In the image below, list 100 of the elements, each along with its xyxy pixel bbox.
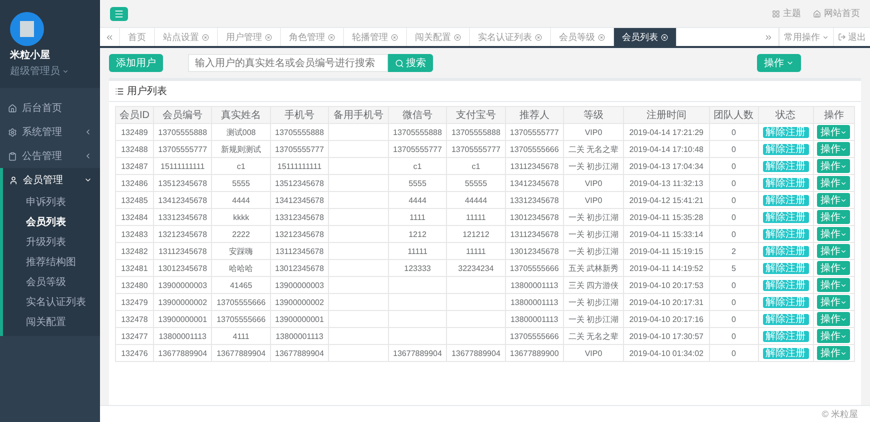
column-header: 等级 [564,106,624,124]
status-label: 解除注册 [762,246,809,257]
caret-icon [840,196,848,204]
top-link[interactable]: 主题 [772,7,801,20]
table-cell: 132487 [116,158,154,174]
action-button[interactable]: 操作 [817,159,850,173]
table-cell: 13112345678 [270,242,329,260]
table-cell: 13800001113 [505,310,564,328]
table-cell: VIP0 [564,174,624,192]
column-header: 操作 [813,106,854,124]
table-cell: 13112345678 [505,226,564,242]
table-cell: 2019-04-10 20:17:16 [623,310,710,328]
action-button[interactable]: 操作 [817,193,850,207]
home-icon [8,104,17,112]
action-button[interactable]: 操作 [817,176,850,190]
nav-subitem[interactable]: 升级列表 [3,232,100,252]
table-cell: 132478 [116,310,154,328]
top-link[interactable]: 网站首页 [813,7,860,20]
table-cell: 11111 [446,242,506,260]
column-header: 微信号 [388,106,447,124]
table-cell: 13705555666 [505,260,564,276]
action-button[interactable]: 操作 [817,278,850,292]
action-button[interactable]: 操作 [817,210,850,224]
table-cell: 44444 [446,192,506,208]
table-cell: 2019-04-10 17:30:57 [623,328,710,344]
nav-item[interactable]: 公告管理 [0,144,100,168]
table-cell: 三关 四方游侠 [564,276,624,294]
status-label: 解除注册 [762,127,809,138]
caret-icon [840,146,848,152]
actions-button[interactable]: 操作 [757,54,801,72]
chevron-icon [84,128,92,136]
nav-subitem[interactable]: 申诉列表 [3,192,100,212]
action-button[interactable]: 操作 [817,125,850,139]
table-cell: 13112345678 [505,158,564,174]
table-cell: 13900000002 [270,294,329,310]
nav-subitem[interactable]: 闯关配置 [3,312,100,332]
action-button[interactable]: 操作 [817,244,850,258]
table-cell: 13800001113 [505,276,564,294]
table-cell: 2019-04-13 11:32:13 [623,174,710,192]
nav-item[interactable]: 系统管理 [0,120,100,144]
table-cell: 13900000002 [153,294,212,310]
caret-icon [840,282,848,288]
copyright: © 米粒屋 [822,408,858,420]
table-cell: 13705555777 [388,140,447,158]
caret-icon [840,162,848,170]
nav-subitem[interactable]: 会员列表 [3,212,100,232]
table-cell: 13677889904 [388,344,447,362]
grid-icon [772,10,780,18]
table-cell: 11111 [446,208,506,226]
table-cell: 55555 [446,174,506,192]
nav-item[interactable]: 后台首页 [0,96,100,120]
status-label: 解除注册 [762,280,809,291]
table-cell: 13677889904 [153,344,212,362]
caret-icon [840,180,848,186]
add-user-button[interactable]: 添加用户 [109,54,163,72]
nav-item[interactable]: 会员管理 [0,168,100,192]
table-cell: 2 [709,242,758,260]
menu-button[interactable] [110,6,128,20]
search-button[interactable]: 搜索 [388,54,433,72]
table-cell: 2019-04-10 20:17:31 [623,294,710,310]
column-header: 会员编号 [153,106,212,124]
table-cell: 13705555888 [270,124,329,140]
table-cell: 2019-04-11 15:33:14 [623,226,710,242]
table-cell: 5 [709,260,758,276]
caret-icon [786,59,794,67]
table-cell: 2019-04-13 17:04:34 [623,158,710,174]
table-cell: 2222 [212,226,270,242]
status-label: 解除注册 [762,144,809,155]
table-cell: VIP0 [564,124,624,140]
table-cell: 123333 [388,260,447,276]
table-cell: 32234234 [446,260,506,276]
action-button[interactable]: 操作 [817,329,850,343]
action-button[interactable]: 操作 [817,261,850,275]
table-cell: 132479 [116,294,154,310]
user-role[interactable]: 超级管理员 [10,64,90,78]
caret-icon [840,248,848,254]
action-button[interactable]: 操作 [817,142,850,156]
nav-subitem[interactable]: 实名认证列表 [3,292,100,312]
status-label: 解除注册 [762,297,809,308]
nav-subitem[interactable]: 会员等级 [3,272,100,292]
table-cell: 132480 [116,276,154,294]
table-cell: 132476 [116,344,154,362]
action-button[interactable]: 操作 [817,295,850,309]
caret-icon [822,34,829,40]
tab[interactable]: 会员列表 [614,28,677,46]
search-field[interactable]: 输入用户的真实姓名或会员编号进行搜索 [188,54,388,72]
table-cell: 13705555777 [270,140,329,158]
table-cell: 哈哈哈 [212,260,270,276]
table-cell: 5555 [212,174,270,192]
status-label: 解除注册 [762,212,809,223]
action-button[interactable]: 操作 [817,227,850,241]
action-button[interactable]: 操作 [817,312,850,326]
table-cell: 二关 无名之辈 [564,328,624,344]
table-cell: VIP0 [564,344,624,362]
table-cell: VIP0 [564,192,624,208]
table-cell: 13900000001 [153,310,212,328]
status-label: 解除注册 [762,195,809,206]
table-cell: 2019-04-10 20:17:53 [623,276,710,294]
action-button[interactable]: 操作 [817,346,850,360]
nav-subitem[interactable]: 推荐结构图 [3,252,100,272]
